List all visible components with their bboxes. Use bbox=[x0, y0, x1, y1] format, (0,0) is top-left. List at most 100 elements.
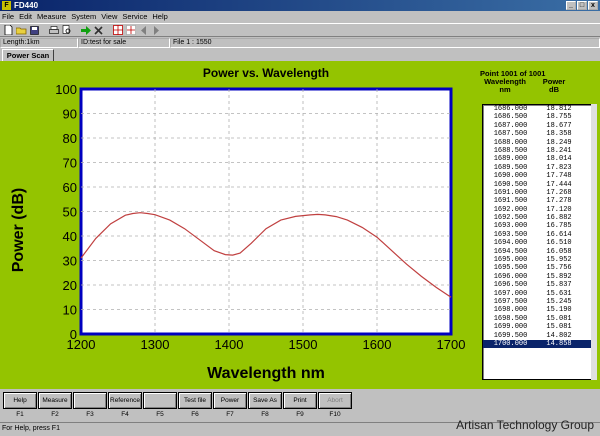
tab-strip: Power Scan bbox=[0, 48, 600, 61]
fkey-button-f3[interactable] bbox=[73, 392, 107, 409]
list-item[interactable]: 1699.500 14.802 bbox=[483, 332, 591, 340]
fkey-button-f8[interactable]: Save As bbox=[248, 392, 282, 409]
list-item[interactable]: 1700.000 14.858 bbox=[483, 339, 591, 349]
fkey-label-f1: F1 bbox=[16, 411, 24, 418]
power-col-unit: dB bbox=[549, 85, 559, 94]
list-item[interactable]: 1687.500 18.358 bbox=[483, 130, 591, 138]
menu-measure[interactable]: Measure bbox=[37, 12, 66, 21]
x-tick-label: 1600 bbox=[363, 337, 392, 352]
list-item[interactable]: 1689.000 18.014 bbox=[483, 155, 591, 163]
menu-edit[interactable]: Edit bbox=[19, 12, 32, 21]
minimize-button[interactable]: _ bbox=[566, 1, 576, 10]
fkey-button-f10[interactable]: Abort bbox=[318, 392, 352, 409]
fkey-label-f5: F5 bbox=[156, 411, 164, 418]
maximize-button[interactable]: □ bbox=[577, 1, 587, 10]
power-value: 16.614 bbox=[546, 230, 572, 239]
wavelength-value: 1697.500 bbox=[493, 297, 528, 306]
save-icon[interactable] bbox=[29, 25, 40, 36]
list-item[interactable]: 1697.500 15.245 bbox=[483, 298, 591, 306]
list-item[interactable]: 1696.500 15.837 bbox=[483, 281, 591, 289]
power-value: 18.241 bbox=[546, 146, 572, 155]
point-table-header: Point 1001 of 1001 Wavelength nm Power d… bbox=[480, 70, 598, 94]
go-arrow-icon[interactable] bbox=[80, 25, 91, 36]
stop-x-icon[interactable] bbox=[93, 25, 104, 36]
menu-view[interactable]: View bbox=[101, 12, 117, 21]
wavelength-value: 1696.000 bbox=[493, 272, 528, 281]
fkey-button-f2[interactable]: Measure bbox=[38, 392, 72, 409]
list-item[interactable]: 1692.500 16.882 bbox=[483, 214, 591, 222]
power-value: 15.952 bbox=[546, 256, 572, 265]
id-field: ID:test for sale bbox=[78, 38, 170, 48]
list-item[interactable]: 1686.000 18.812 bbox=[483, 105, 591, 113]
fkey-button-f7[interactable]: Power bbox=[213, 392, 247, 409]
marker-icon[interactable] bbox=[125, 25, 136, 36]
fkey-label-f9: F9 bbox=[296, 411, 304, 418]
wavelength-value: 1699.000 bbox=[493, 323, 528, 332]
fkey-button-f5[interactable] bbox=[143, 392, 177, 409]
wavelength-value: 1690.000 bbox=[493, 172, 528, 181]
list-item[interactable]: 1692.000 17.120 bbox=[483, 206, 591, 214]
list-item[interactable]: 1689.500 17.823 bbox=[483, 164, 591, 172]
power-value: 18.677 bbox=[546, 121, 572, 130]
list-item[interactable]: 1696.000 15.892 bbox=[483, 273, 591, 281]
toolbar bbox=[0, 23, 600, 37]
power-scan-panel: Power vs. Wavelength 1200 1300 1400 1500 160… bbox=[0, 61, 600, 389]
x-tick-label: 1300 bbox=[141, 337, 170, 352]
wavelength-value: 1686.000 bbox=[493, 105, 528, 113]
y-tick-label: 20 bbox=[63, 278, 77, 293]
list-item[interactable]: 1691.000 17.268 bbox=[483, 189, 591, 197]
fkey-button-f4[interactable]: Reference bbox=[108, 392, 142, 409]
list-item[interactable]: 1690.000 17.748 bbox=[483, 172, 591, 180]
grid-icon[interactable] bbox=[112, 25, 123, 36]
fkey-button-f1[interactable]: Help bbox=[3, 392, 37, 409]
list-item[interactable]: 1699.000 15.081 bbox=[483, 323, 591, 331]
list-item[interactable]: 1688.000 18.249 bbox=[483, 139, 591, 147]
menu-help[interactable]: Help bbox=[152, 12, 167, 21]
power-value: 17.278 bbox=[546, 197, 572, 206]
print-preview-icon[interactable] bbox=[61, 25, 72, 36]
back-arrow-icon[interactable] bbox=[138, 25, 149, 36]
print-icon[interactable] bbox=[48, 25, 59, 36]
menu-file[interactable]: File bbox=[2, 12, 14, 21]
open-folder-icon[interactable] bbox=[16, 25, 27, 36]
list-item[interactable]: 1688.500 18.241 bbox=[483, 147, 591, 155]
fkey-button-f9[interactable]: Print bbox=[283, 392, 317, 409]
list-item[interactable]: 1698.500 15.081 bbox=[483, 315, 591, 323]
forward-arrow-icon[interactable] bbox=[151, 25, 162, 36]
list-item[interactable]: 1693.000 16.785 bbox=[483, 222, 591, 230]
list-item[interactable]: 1686.500 18.755 bbox=[483, 113, 591, 121]
list-item[interactable]: 1698.000 15.190 bbox=[483, 306, 591, 314]
list-item[interactable]: 1693.500 16.614 bbox=[483, 231, 591, 239]
x-axis-label: Wavelength nm bbox=[207, 365, 325, 382]
list-item[interactable]: 1695.000 15.952 bbox=[483, 256, 591, 264]
new-file-icon[interactable] bbox=[3, 25, 14, 36]
wavelength-value: 1692.000 bbox=[493, 205, 528, 214]
power-value: 16.058 bbox=[546, 247, 572, 256]
fkey-button-f6[interactable]: Test file bbox=[178, 392, 212, 409]
wavelength-value: 1689.500 bbox=[493, 163, 528, 172]
tab-power-scan[interactable]: Power Scan bbox=[2, 49, 54, 61]
length-field: Length:1km bbox=[0, 38, 78, 48]
list-item[interactable]: 1695.500 15.756 bbox=[483, 264, 591, 272]
wavelength-value: 1693.000 bbox=[493, 222, 528, 231]
list-item[interactable]: 1694.000 16.510 bbox=[483, 239, 591, 247]
list-item[interactable]: 1691.500 17.278 bbox=[483, 197, 591, 205]
list-item[interactable]: 1697.000 15.631 bbox=[483, 290, 591, 298]
y-tick-label: 80 bbox=[63, 131, 77, 146]
menu-system[interactable]: System bbox=[71, 12, 96, 21]
power-value: 15.081 bbox=[546, 323, 572, 332]
list-item[interactable]: 1690.500 17.444 bbox=[483, 181, 591, 189]
fkey-label-f6: F6 bbox=[191, 411, 199, 418]
power-value: 17.823 bbox=[546, 163, 572, 172]
fkey-label-f8: F8 bbox=[261, 411, 269, 418]
point-list[interactable]: 1686.000 18.812 1686.500 18.755 1687.000 18.6… bbox=[482, 104, 592, 380]
power-value: 15.837 bbox=[546, 281, 572, 290]
list-item[interactable]: 1694.500 16.058 bbox=[483, 248, 591, 256]
close-button[interactable]: x bbox=[588, 1, 598, 10]
wavelength-value: 1698.500 bbox=[493, 314, 528, 323]
x-tick-label: 1400 bbox=[215, 337, 244, 352]
list-item[interactable]: 1687.000 18.677 bbox=[483, 122, 591, 130]
wavelength-value: 1688.000 bbox=[493, 138, 528, 147]
menu-service[interactable]: Service bbox=[122, 12, 147, 21]
point-list-scrollbar[interactable] bbox=[591, 104, 597, 380]
